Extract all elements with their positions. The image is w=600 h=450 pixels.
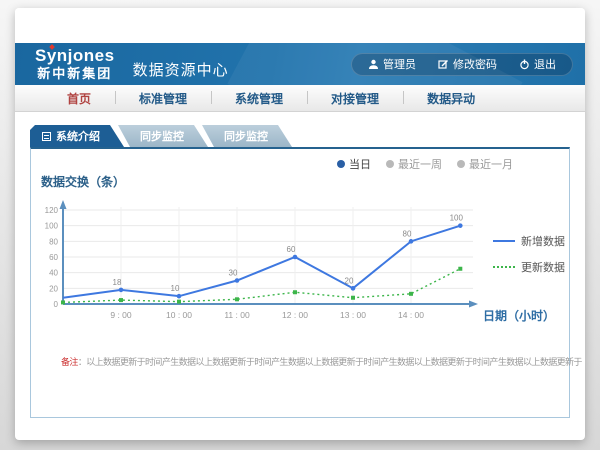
legend-updated-data-label: 更新数据 (521, 259, 565, 275)
window-top-strip (15, 8, 585, 43)
data-point (351, 296, 355, 300)
edit-icon (438, 59, 449, 70)
radio-today-label: 当日 (349, 156, 371, 172)
y-tick-label: 40 (49, 269, 58, 278)
user-icon (368, 59, 379, 70)
x-tick-label: 10 : 00 (166, 310, 192, 320)
data-point-label: 18 (113, 278, 122, 287)
tab-sync-monitor-1-label: 同步监控 (140, 128, 184, 144)
power-icon (519, 59, 530, 70)
tab-sync-monitor-1[interactable]: 同步监控 (118, 125, 208, 147)
data-point-label: 20 (345, 276, 354, 285)
data-point (293, 290, 297, 294)
data-point (119, 288, 124, 293)
data-point (177, 294, 182, 299)
y-axis-arrow (60, 200, 67, 209)
data-point (61, 300, 65, 304)
x-tick-label: 12 : 00 (282, 310, 308, 320)
app-header: Synjones 新中新集团 数据资源中心 管理员 修改密码 (15, 43, 585, 85)
legend-item-updated-data[interactable]: 更新数据 (493, 259, 565, 275)
series-line (63, 269, 460, 303)
data-point (351, 286, 356, 291)
footnote-text: 以上数据更新于时间产生数据以上数据更新于时间产生数据以上数据更新于时间产生数据以… (86, 357, 582, 367)
nav-item-interface-mgmt[interactable]: 对接管理 (307, 90, 403, 107)
y-tick-label: 80 (49, 237, 58, 246)
radio-last-week-label: 最近一周 (398, 156, 442, 172)
data-point-label: 100 (450, 214, 464, 223)
footnote-label: 备注 (61, 357, 78, 367)
nav-item-data-change[interactable]: 数据异动 (403, 90, 499, 107)
nav-item-home[interactable]: 首页 (43, 90, 115, 107)
series-line (63, 226, 460, 298)
logout-button[interactable]: 退出 (519, 56, 556, 72)
x-tick-label: 11 : 00 (224, 310, 250, 320)
company-logo: Synjones 新中新集团 (35, 47, 115, 80)
tab-bar: 系统介绍 同步监控 同步监控 (30, 125, 570, 147)
logout-label: 退出 (534, 56, 556, 72)
tab-system-intro-label: 系统介绍 (56, 128, 100, 144)
y-tick-label: 60 (49, 253, 58, 262)
chart-legend: 新增数据 更新数据 (493, 233, 565, 275)
data-point (235, 278, 240, 283)
y-tick-label: 120 (45, 206, 59, 215)
x-axis-arrow (469, 301, 478, 308)
form-icon (42, 132, 51, 141)
nav-item-standard-mgmt[interactable]: 标准管理 (115, 90, 211, 107)
data-point-label: 80 (403, 229, 412, 238)
radio-dot (386, 160, 394, 168)
radio-last-week[interactable]: 最近一周 (386, 156, 442, 172)
footnote-separator: ： (78, 357, 86, 367)
line-chart: 0 20 40 60 80 100 120 9 : 00 10 : 00 11 : 00 12 : … (31, 193, 531, 331)
x-axis-title: 日期（小时） (483, 307, 555, 324)
y-axis-title: 数据交换（条） (41, 173, 125, 190)
blue-line-swatch (493, 240, 515, 242)
range-filter-group: 当日 最近一周 最近一月 (337, 156, 513, 172)
chart-panel: 当日 最近一周 最近一月 数据交换（条） 0 20 40 60 80 100 120 9 : … (30, 147, 570, 418)
x-tick-label: 13 : 00 (340, 310, 366, 320)
radio-dot (457, 160, 465, 168)
data-point-label: 30 (229, 269, 238, 278)
radio-dot (337, 160, 345, 168)
legend-item-new-data[interactable]: 新增数据 (493, 233, 565, 249)
change-password-label: 修改密码 (453, 56, 497, 72)
data-point (293, 255, 298, 260)
admin-user-button[interactable]: 管理员 (368, 56, 416, 72)
data-point-label: 10 (171, 284, 180, 293)
data-point (235, 297, 239, 301)
data-point (409, 239, 414, 244)
x-tick-label: 14 : 00 (398, 310, 424, 320)
tab-sync-monitor-2[interactable]: 同步监控 (202, 125, 292, 147)
data-point (409, 292, 413, 296)
radio-last-month-label: 最近一月 (469, 156, 513, 172)
logo-text-en: Synjones (35, 47, 115, 65)
y-tick-label: 20 (49, 284, 58, 293)
data-point (458, 223, 463, 228)
nav-item-system-mgmt[interactable]: 系统管理 (211, 90, 307, 107)
radio-today[interactable]: 当日 (337, 156, 371, 172)
data-point (458, 267, 462, 271)
data-point-label: 60 (287, 245, 296, 254)
content-area: 系统介绍 同步监控 同步监控 当日 最近一周 (15, 112, 585, 418)
legend-new-data-label: 新增数据 (521, 233, 565, 249)
tab-sync-monitor-2-label: 同步监控 (224, 128, 268, 144)
app-window: Synjones 新中新集团 数据资源中心 管理员 修改密码 (15, 8, 585, 440)
x-tick-label: 9 : 00 (110, 310, 132, 320)
user-menu: 管理员 修改密码 退出 (351, 53, 573, 76)
change-password-button[interactable]: 修改密码 (438, 56, 497, 72)
y-tick-label: 100 (45, 222, 59, 231)
footnote: 备注：以上数据更新于时间产生数据以上数据更新于时间产生数据以上数据更新于时间产生… (61, 355, 582, 368)
y-tick-label: 0 (54, 300, 59, 309)
page-title: 数据资源中心 (133, 59, 229, 80)
main-nav: 首页 标准管理 系统管理 对接管理 数据异动 (15, 85, 585, 112)
data-point (119, 298, 123, 302)
green-line-swatch (493, 266, 515, 268)
tab-system-intro[interactable]: 系统介绍 (30, 125, 124, 147)
data-point (177, 300, 181, 304)
radio-last-month[interactable]: 最近一月 (457, 156, 513, 172)
logo-text-cn: 新中新集团 (35, 67, 115, 81)
admin-user-label: 管理员 (383, 56, 416, 72)
